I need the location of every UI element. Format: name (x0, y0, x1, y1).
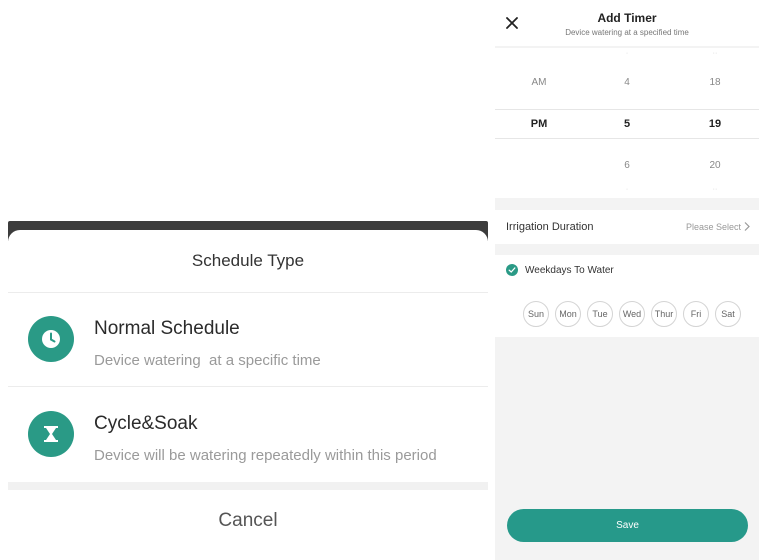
check-circle-icon[interactable] (506, 264, 518, 276)
weekdays-label: Weekdays To Water (525, 265, 614, 276)
add-timer-screen: Add Timer Device watering at a specified… (495, 0, 759, 560)
picker-period-selected[interactable]: PM (495, 118, 583, 130)
time-picker[interactable]: · ·· AM PM 4 5 6 18 19 20 · ·· (495, 48, 759, 198)
day-tue[interactable]: Tue (587, 301, 613, 327)
save-button[interactable]: Save (507, 509, 748, 542)
option-title: Normal Schedule (94, 318, 240, 339)
option-cycle-soak[interactable]: Cycle&Soak Device will be watering repea… (8, 387, 488, 481)
picker-faint-mark: ·· (712, 186, 718, 193)
chevron-right-icon (744, 222, 750, 231)
picker-hour-selected[interactable]: 5 (583, 118, 671, 130)
page-subtitle: Device watering at a specified time (565, 28, 689, 37)
picker-faint-mark: · (625, 186, 629, 193)
page-title: Add Timer (597, 11, 657, 25)
weekdays-section: Weekdays To Water Sun Mon Tue Wed Thur F… (495, 255, 759, 337)
sheet-title: Schedule Type (191, 251, 305, 270)
day-mon[interactable]: Mon (555, 301, 581, 327)
picker-hour-below[interactable]: 6 (583, 160, 671, 171)
schedule-type-screen: Schedule Type Normal Schedule Device wat… (0, 0, 495, 560)
duration-value: Please Select (685, 222, 741, 232)
schedule-type-sheet: Schedule Type Normal Schedule Device wat… (8, 230, 488, 482)
cancel-button[interactable]: Cancel (8, 490, 488, 552)
hourglass-icon (28, 411, 74, 457)
clock-icon (28, 316, 74, 362)
picker-faint-mark: ·· (712, 50, 718, 57)
day-sat[interactable]: Sat (715, 301, 741, 327)
picker-minute-below[interactable]: 20 (671, 160, 759, 171)
picker-minute-selected[interactable]: 19 (671, 118, 759, 130)
option-description: Device watering at a specific time (94, 352, 321, 369)
header: Add Timer Device watering at a specified… (495, 0, 759, 46)
cancel-separator (8, 482, 488, 490)
picker-faint-mark: · (625, 50, 629, 57)
irrigation-duration-row[interactable]: Irrigation Duration Please Select (495, 210, 759, 244)
day-fri[interactable]: Fri (683, 301, 709, 327)
option-title: Cycle&Soak (94, 413, 198, 434)
day-sun[interactable]: Sun (523, 301, 549, 327)
picker-hour-above[interactable]: 4 (583, 77, 671, 88)
duration-label: Irrigation Duration (506, 221, 594, 233)
day-wed[interactable]: Wed (619, 301, 645, 327)
option-description: Device will be watering repeatedly withi… (94, 447, 437, 464)
picker-period-above[interactable]: AM (495, 77, 583, 88)
day-thur[interactable]: Thur (651, 301, 677, 327)
weekday-selector: Sun Mon Tue Wed Thur Fri Sat (523, 301, 745, 327)
option-normal-schedule[interactable]: Normal Schedule Device watering at a spe… (8, 292, 488, 386)
picker-minute-above[interactable]: 18 (671, 77, 759, 88)
